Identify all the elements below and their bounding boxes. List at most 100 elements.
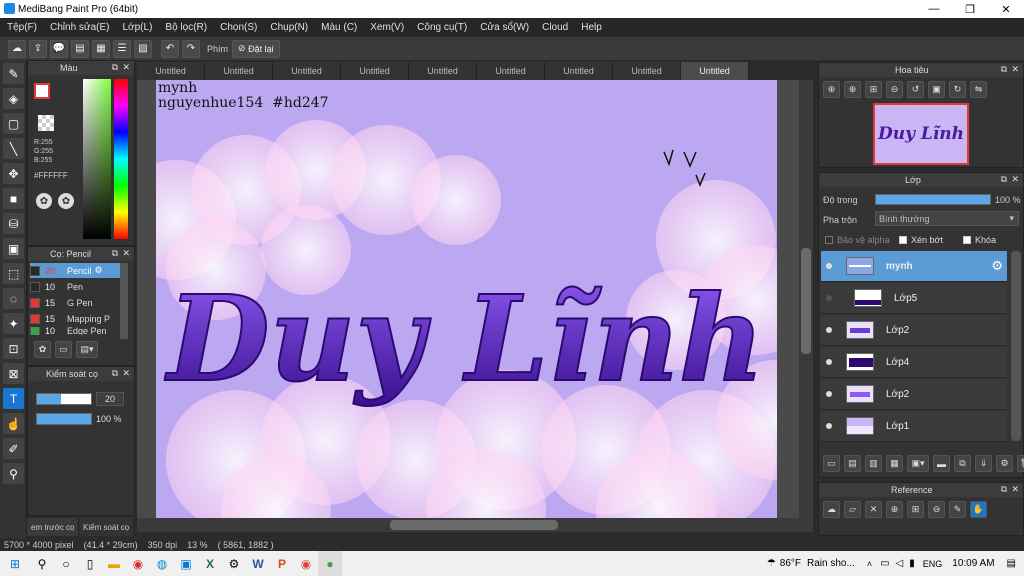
eye-icon[interactable]: [826, 423, 832, 429]
layer-row[interactable]: Lớp2: [821, 315, 1007, 346]
redo-icon[interactable]: ↷: [182, 39, 200, 58]
document-tab[interactable]: Untitled: [273, 62, 341, 80]
close-icon[interactable]: ✕: [122, 368, 130, 379]
language-indicator[interactable]: ENG: [923, 559, 943, 569]
operation-tool-icon[interactable]: ☝: [3, 413, 24, 434]
new-halftone-layer-icon[interactable]: ▦: [886, 455, 903, 472]
file-explorer-icon[interactable]: ▬: [102, 551, 126, 576]
gradient-tool-icon[interactable]: ▣: [3, 238, 24, 259]
cortana-icon[interactable]: ○: [54, 551, 78, 576]
select-tool-icon[interactable]: ⬚: [3, 263, 24, 284]
folder-open-icon[interactable]: ▱: [844, 501, 861, 518]
document-tab[interactable]: Untitled: [545, 62, 613, 80]
close-icon[interactable]: ✕: [122, 62, 130, 73]
layer-type-dropdown-icon[interactable]: ▣▾: [907, 455, 929, 472]
actual-size-icon[interactable]: ⊞: [865, 81, 882, 98]
clock[interactable]: 10:09 AM: [952, 558, 994, 569]
flip-icon[interactable]: ⇋: [970, 81, 987, 98]
gear-icon[interactable]: ⚙: [95, 265, 103, 276]
chrome-icon[interactable]: ◉: [294, 551, 318, 576]
document-icon[interactable]: ▦: [92, 39, 110, 58]
tab-brush-preview[interactable]: em trước cọ: [27, 518, 79, 536]
powerpoint-icon[interactable]: P: [270, 551, 294, 576]
brush-opacity-slider[interactable]: [36, 413, 92, 425]
menu-tools[interactable]: Công cụ(T): [417, 22, 467, 33]
menu-select[interactable]: Chọn(S): [220, 22, 257, 33]
tray-chevron-icon[interactable]: ˄: [867, 559, 872, 569]
layer-row[interactable]: Lớp1: [821, 411, 1007, 442]
close-icon[interactable]: ✕: [1011, 484, 1019, 495]
expand-icon[interactable]: ⧉: [1001, 484, 1007, 495]
brush-item-pen[interactable]: 10 Pen: [30, 279, 120, 294]
layer-row[interactable]: Lớp2: [821, 379, 1007, 410]
document-tab[interactable]: Untitled: [409, 62, 477, 80]
brush-size-value[interactable]: 20: [96, 392, 124, 406]
close-icon[interactable]: ✕: [1011, 174, 1019, 185]
layer-row[interactable]: Lớp5: [821, 283, 1007, 314]
move-tool-icon[interactable]: ✥: [3, 163, 24, 184]
layer-scrollbar[interactable]: [1011, 251, 1021, 441]
new-color-layer-icon[interactable]: ▤: [844, 455, 861, 472]
text-tool-icon[interactable]: T: [3, 388, 24, 409]
drawing-canvas[interactable]: Duy Lĩnh mynh nguyenhue154 #hd247: [156, 80, 777, 518]
select-eraser-tool-icon[interactable]: ⊠: [3, 363, 24, 384]
edge-icon[interactable]: ◍: [150, 551, 174, 576]
reset-button[interactable]: ⊘ Đặt lại: [232, 39, 280, 58]
clip-checkbox[interactable]: Xén bớt: [899, 235, 943, 245]
maximize-button[interactable]: ❐: [952, 0, 988, 18]
settings-icon[interactable]: ⚙: [222, 551, 246, 576]
cloud-icon[interactable]: ☁: [823, 501, 840, 518]
browser-icon[interactable]: ◉: [126, 551, 150, 576]
vertical-scrollbar[interactable]: [799, 80, 813, 518]
comment-icon[interactable]: 💬: [50, 39, 68, 58]
gear-icon[interactable]: ⚙: [991, 258, 1003, 274]
menu-view[interactable]: Xem(V): [370, 22, 404, 33]
merge-down-icon[interactable]: ⇓: [975, 455, 992, 472]
new-layer-icon[interactable]: ▭: [823, 455, 840, 472]
menu-file[interactable]: Tệp(F): [7, 22, 37, 33]
brush-size-slider[interactable]: [36, 393, 92, 405]
chat-icon[interactable]: ▤: [71, 39, 89, 58]
eye-icon[interactable]: [826, 359, 832, 365]
list-icon[interactable]: ☰: [113, 39, 131, 58]
menu-layer[interactable]: Lớp(L): [123, 22, 153, 33]
excel-icon[interactable]: X: [198, 551, 222, 576]
windows-start-icon[interactable]: ⊞: [0, 551, 30, 576]
brush-item-pencil[interactable]: 20 Pencil ⚙: [30, 263, 120, 278]
task-view-icon[interactable]: ▯: [78, 551, 102, 576]
eye-icon[interactable]: [826, 263, 832, 269]
cloud-icon[interactable]: ☁: [8, 39, 26, 58]
navigator-thumbnail[interactable]: Duy Lĩnh: [873, 103, 969, 165]
eyedropper-icon[interactable]: ✎: [949, 501, 966, 518]
palette-icon[interactable]: ✿: [36, 193, 52, 209]
zoom-in-icon[interactable]: ⊕: [886, 501, 903, 518]
brush-tool-icon[interactable]: ✎: [3, 63, 24, 84]
expand-icon[interactable]: ⧉: [1001, 174, 1007, 185]
saturation-value-box[interactable]: [83, 79, 111, 239]
close-icon[interactable]: ✕: [122, 248, 130, 259]
zoom-out-icon[interactable]: ⊖: [886, 81, 903, 98]
hue-slider[interactable]: [114, 79, 128, 239]
close-icon[interactable]: ✕: [865, 501, 882, 518]
brush-item-g-pen[interactable]: 15 G Pen: [30, 295, 120, 310]
fit-screen-icon[interactable]: ▣: [928, 81, 945, 98]
zoom-fit-icon[interactable]: ⊕: [823, 81, 840, 98]
document-tab[interactable]: Untitled: [477, 62, 545, 80]
brush-menu-icon[interactable]: ▤▾: [76, 341, 98, 358]
menu-filter[interactable]: Bộ lọc(R): [165, 22, 207, 33]
layer-opacity-slider[interactable]: [875, 194, 991, 205]
menu-edit[interactable]: Chỉnh sửa(E): [50, 22, 110, 33]
delete-layer-icon[interactable]: 🗑: [1017, 455, 1024, 472]
rotate-right-icon[interactable]: ↻: [949, 81, 966, 98]
volume-icon[interactable]: ◁: [896, 558, 904, 569]
lasso-tool-icon[interactable]: ◌: [3, 288, 24, 309]
menu-help[interactable]: Help: [581, 22, 602, 33]
document-tab[interactable]: Untitled: [341, 62, 409, 80]
expand-icon[interactable]: ⧉: [112, 248, 118, 259]
upload-icon[interactable]: ⇪: [29, 39, 47, 58]
weather-widget[interactable]: ☂ 86°F Rain sho...: [767, 558, 855, 569]
store-icon[interactable]: ▣: [174, 551, 198, 576]
magic-wand-tool-icon[interactable]: ✦: [3, 313, 24, 334]
document-tab[interactable]: Untitled: [137, 62, 205, 80]
battery-icon[interactable]: ▮: [909, 558, 915, 569]
